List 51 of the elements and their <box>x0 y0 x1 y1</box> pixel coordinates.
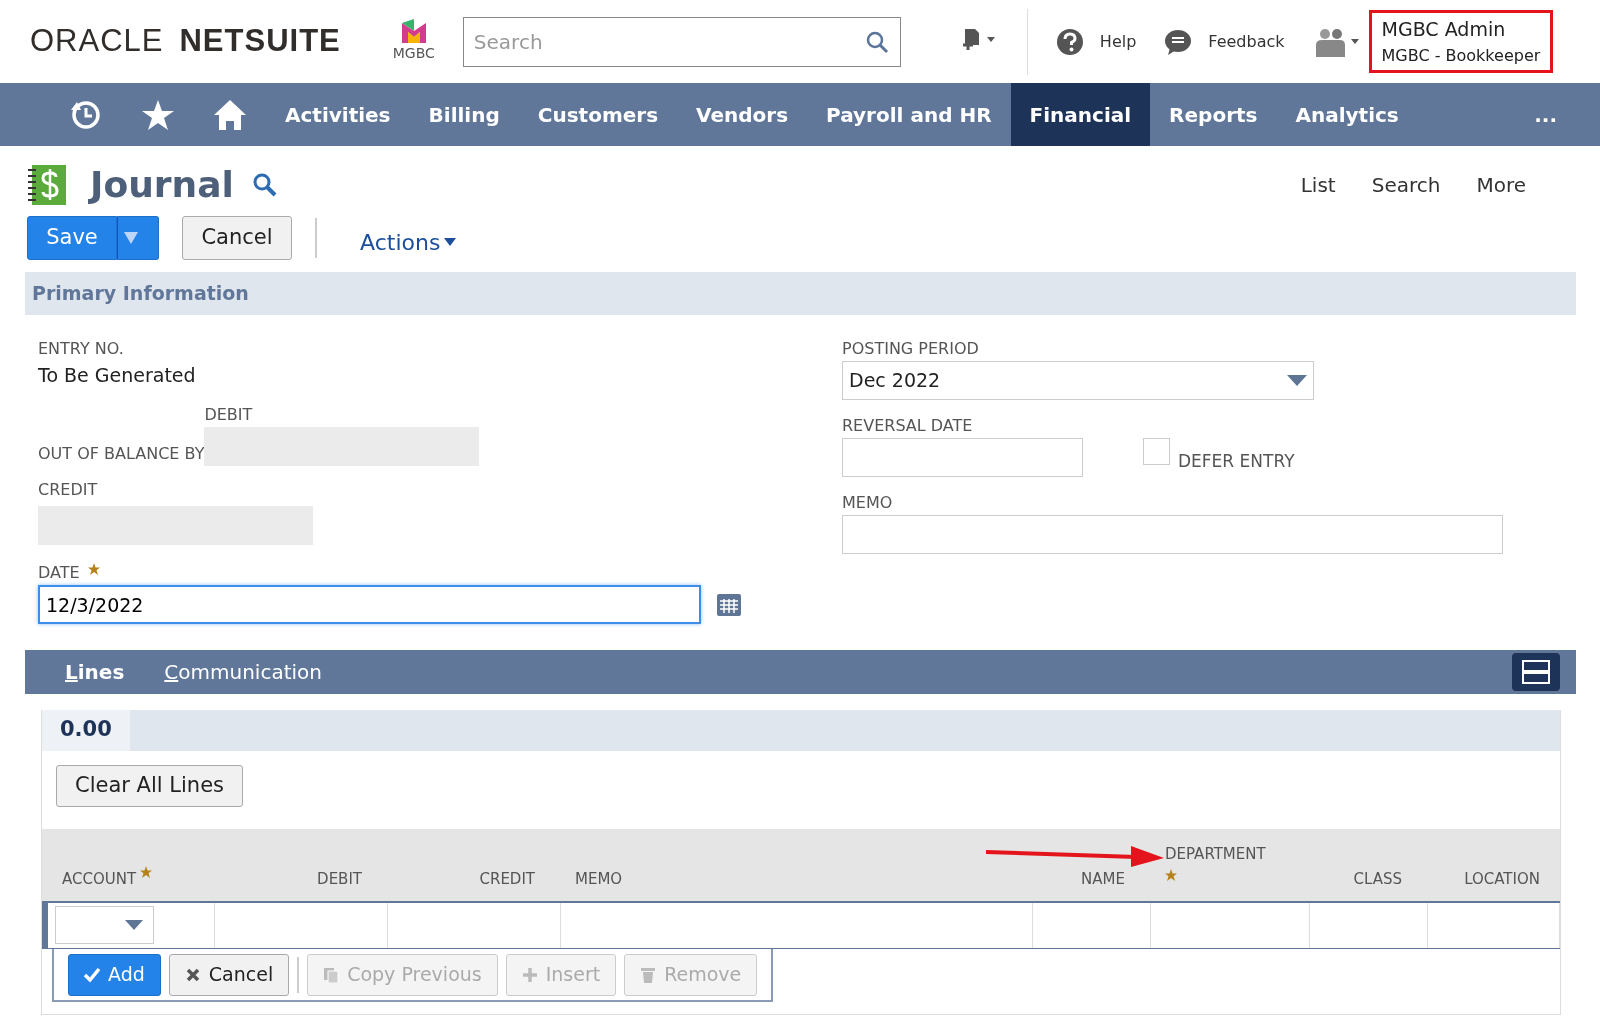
column-header: DEPARTMENT <box>1165 843 1266 865</box>
nav-tab[interactable]: Analytics <box>1276 83 1418 146</box>
nav-tab[interactable]: Reports <box>1150 83 1277 146</box>
page-link[interactable]: More <box>1470 169 1532 201</box>
nav-tab[interactable]: Customers <box>518 83 678 146</box>
field-label: MEMO <box>842 491 894 514</box>
field-label: DEBIT <box>204 404 254 426</box>
page-link[interactable]: Search <box>1365 169 1447 201</box>
field-label: DEFER ENTRY <box>1178 450 1295 474</box>
field-label: OUT OF BALANCE BY <box>38 443 205 465</box>
nav-tab[interactable]: Billing <box>409 83 519 146</box>
page-title: Journal <box>90 163 234 207</box>
cancel-button[interactable]: Cancel <box>182 216 292 260</box>
nav-tab[interactable]: Activities <box>266 83 410 146</box>
column-header: ACCOUNT <box>62 869 137 890</box>
column-header: MEMO <box>575 869 623 890</box>
column-header: CREDIT <box>479 869 535 890</box>
column-header: DEBIT <box>317 869 362 890</box>
brand-logo: NETSUITE <box>179 22 341 61</box>
field-label: DATE <box>38 562 80 584</box>
field-value: To Be Generated <box>38 362 197 388</box>
help-link[interactable]: Help <box>1099 29 1137 54</box>
field-label: POSTING PERIOD <box>842 337 980 360</box>
nav-tab[interactable]: Financial <box>1010 83 1151 146</box>
more-menu[interactable]: ... <box>1515 83 1576 146</box>
tab[interactable]: Communication <box>144 656 342 687</box>
field-label: ENTRY NO. <box>38 337 125 360</box>
section-header: Primary Information <box>25 272 1576 315</box>
tab[interactable]: Lines <box>45 656 145 687</box>
clear-lines-button[interactable]: Clear All Lines <box>56 764 243 807</box>
column-header: LOCATION <box>1464 869 1540 890</box>
user-role: MGBC - Bookkeeper <box>1381 44 1541 67</box>
field-label: CREDIT <box>38 479 99 501</box>
nav-tab[interactable]: Vendors <box>677 83 808 146</box>
column-header: CLASS <box>1353 869 1402 890</box>
date-field[interactable]: 12/3/2022 <box>38 585 701 624</box>
page-link[interactable]: List <box>1294 169 1342 201</box>
save-button[interactable]: Save <box>27 216 117 260</box>
search-field[interactable]: Search <box>462 16 901 67</box>
add-line-button[interactable]: Add <box>68 953 161 996</box>
posting-period-dropdown[interactable]: Dec 2022 <box>842 360 1314 400</box>
company-logo-text: MGBC <box>392 44 435 63</box>
feedback-link[interactable]: Feedback <box>1208 29 1285 54</box>
column-header: NAME <box>1081 869 1125 890</box>
cancel-line-button[interactable]: Cancel <box>168 953 290 996</box>
user-name[interactable]: MGBC Admin <box>1381 15 1541 44</box>
nav-tab[interactable]: Payroll and HR <box>807 83 1011 146</box>
brand-logo: ORACLE <box>30 22 164 61</box>
field-label: REVERSAL DATE <box>842 414 974 437</box>
actions-menu[interactable]: Actions <box>354 224 463 260</box>
subtab[interactable]: 0.00 <box>42 709 130 751</box>
